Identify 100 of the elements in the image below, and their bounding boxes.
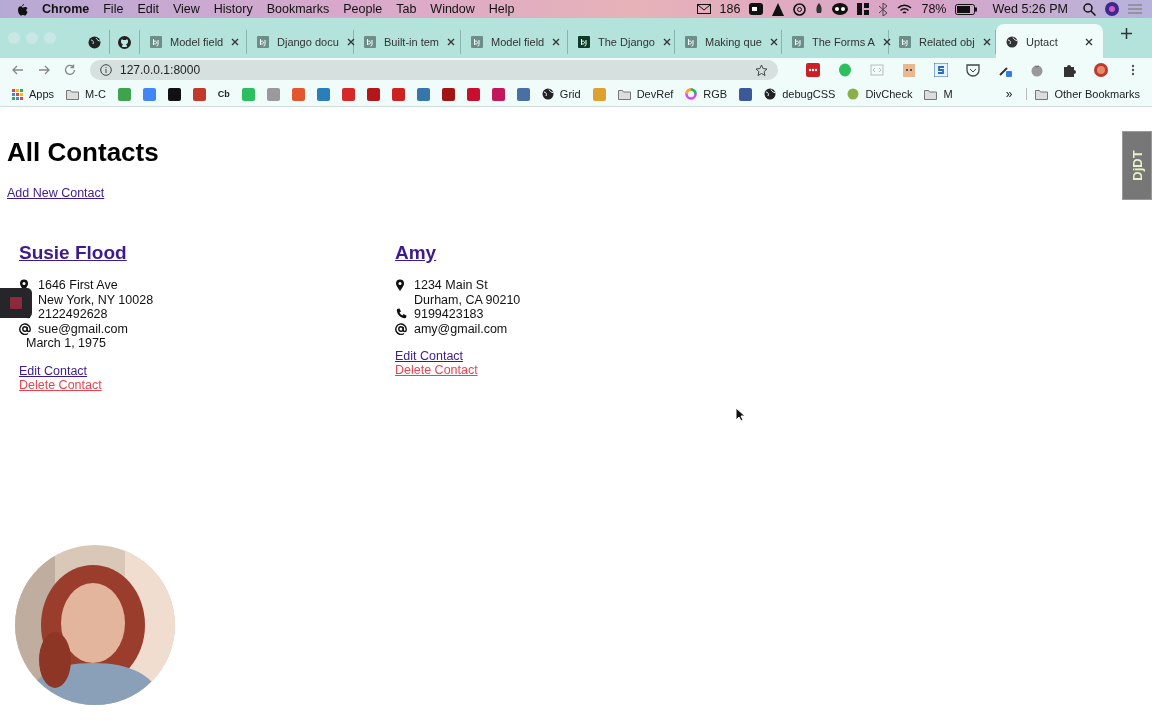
browser-tab[interactable]: The Django — [568, 30, 675, 54]
django-icon — [257, 36, 269, 48]
reload-icon[interactable] — [64, 64, 76, 76]
browser-tab[interactable]: Model field — [140, 30, 247, 54]
browser-tab[interactable]: Uptact — [996, 24, 1103, 58]
debug-toolbar-handle[interactable]: DjDT — [1122, 131, 1152, 200]
bookmark-folder[interactable]: M-C — [66, 88, 106, 100]
bookmark-item[interactable]: debugCSS — [764, 88, 836, 100]
lastpass-icon[interactable] — [806, 63, 820, 77]
app-menu[interactable]: Chrome — [42, 2, 90, 16]
close-icon[interactable] — [662, 38, 671, 46]
apple-icon[interactable] — [16, 2, 28, 16]
edit-contact-link[interactable]: Edit Contact — [19, 363, 88, 378]
address-text: 1234 Main St — [414, 278, 488, 293]
at-sign-icon — [395, 322, 407, 335]
address-bar[interactable]: 127.0.0.1:8000 — [90, 60, 778, 80]
site-icon[interactable] — [441, 87, 455, 101]
s-icon[interactable] — [934, 63, 948, 77]
battery-percentage: 78% — [921, 2, 947, 16]
browser-tab[interactable]: The Forms A — [782, 30, 889, 54]
close-icon[interactable] — [447, 38, 456, 46]
django-icon — [578, 36, 590, 48]
bookmark-item[interactable]: RGB — [685, 88, 728, 100]
browser-tab[interactable]: Making que — [675, 30, 782, 54]
menu-item[interactable]: Help — [488, 2, 515, 16]
menu-item[interactable]: File — [103, 2, 124, 16]
delete-contact-link[interactable]: Delete Contact — [395, 363, 478, 377]
contact-name-link[interactable]: Susie Flood — [19, 242, 127, 264]
pocket-icon[interactable] — [966, 63, 980, 77]
browser-tab[interactable]: Model field — [461, 30, 568, 54]
browser-tab[interactable]: Built-in tem — [354, 30, 461, 54]
forward-icon[interactable] — [38, 65, 50, 75]
star-icon[interactable] — [755, 63, 768, 77]
close-icon[interactable] — [769, 38, 778, 46]
menu-item[interactable]: View — [172, 2, 200, 16]
bookmark-folder[interactable]: Other Bookmarks — [1026, 88, 1140, 100]
video-camera-icon[interactable] — [749, 3, 764, 15]
avatar-icon[interactable] — [1094, 63, 1108, 77]
bookmark-folder[interactable]: M — [924, 88, 953, 100]
edit-contact-link[interactable]: Edit Contact — [395, 349, 464, 363]
circle-icon — [847, 88, 860, 100]
close-icon[interactable] — [882, 38, 891, 46]
tab-title: Built-in tem — [384, 36, 440, 48]
overflow-button[interactable]: » — [1005, 87, 1013, 101]
wifi-icon[interactable] — [897, 3, 913, 15]
tab-title: Django docu — [277, 36, 339, 48]
close-icon[interactable] — [982, 38, 991, 46]
info-icon[interactable] — [100, 64, 112, 76]
mail-count: 186 — [719, 2, 741, 16]
menu-item[interactable]: History — [213, 2, 253, 16]
tab-title: Uptact — [1026, 36, 1059, 48]
menu-item[interactable]: Window — [430, 2, 475, 16]
globe-icon — [1006, 36, 1018, 48]
menu-item[interactable]: Bookmarks — [266, 2, 330, 16]
close-icon[interactable] — [346, 38, 355, 46]
menu-item[interactable]: People — [343, 2, 383, 16]
bookmark-item[interactable]: Apps — [12, 88, 55, 100]
layout-icon[interactable] — [857, 3, 870, 15]
clock[interactable]: Wed 5:26 PM — [992, 2, 1068, 16]
siri-icon[interactable] — [1105, 2, 1119, 16]
close-icon[interactable] — [231, 38, 240, 46]
django-icon — [364, 36, 376, 48]
email-text: amy@gmail.com — [414, 321, 508, 336]
bookmark-folder[interactable]: DevRef — [617, 88, 674, 100]
phone-number: 2122492628 — [38, 307, 108, 322]
search-icon[interactable] — [1083, 2, 1096, 16]
close-icon[interactable] — [552, 38, 561, 46]
cursor-icon — [735, 407, 745, 422]
tab-title: The Django — [598, 36, 655, 48]
site-icon[interactable] — [366, 87, 380, 101]
new-tab-icon[interactable] — [1121, 27, 1132, 39]
puzzle-icon[interactable] — [1062, 63, 1076, 77]
rocket-icon[interactable] — [815, 2, 824, 16]
back-icon[interactable] — [12, 65, 24, 75]
add-contact-link[interactable]: Add New Contact — [7, 186, 105, 200]
bluetooth-icon[interactable] — [878, 2, 889, 16]
stop-icon — [10, 297, 22, 309]
close-icon[interactable] — [1085, 38, 1093, 46]
mail-icon[interactable] — [696, 4, 711, 14]
cone-icon[interactable] — [772, 2, 785, 16]
folder-icon — [924, 88, 938, 100]
color-wheel-icon — [685, 88, 698, 100]
apps-grid-icon — [12, 88, 23, 100]
contact-name-link[interactable]: Amy — [395, 242, 437, 264]
birthday-text: March 1, 1975 — [26, 336, 106, 351]
bookmark-item[interactable]: Grid — [541, 88, 581, 100]
globe-icon — [541, 88, 554, 100]
menu-item[interactable]: Tab — [396, 2, 417, 16]
site-icon[interactable] — [739, 87, 753, 101]
battery-icon[interactable] — [955, 3, 978, 15]
delete-contact-link[interactable]: Delete Contact — [19, 377, 102, 392]
django-icon — [899, 36, 911, 48]
bookmark-item[interactable]: DivCheck — [847, 88, 913, 100]
menu-item[interactable]: Edit — [137, 2, 159, 16]
django-icon — [792, 36, 804, 48]
django-icon — [471, 36, 483, 48]
globe-icon — [88, 35, 101, 49]
site-icon[interactable] — [167, 87, 181, 101]
browser-tab[interactable]: Django docu — [247, 30, 354, 54]
bookmark-item[interactable]: Cb — [217, 89, 230, 99]
